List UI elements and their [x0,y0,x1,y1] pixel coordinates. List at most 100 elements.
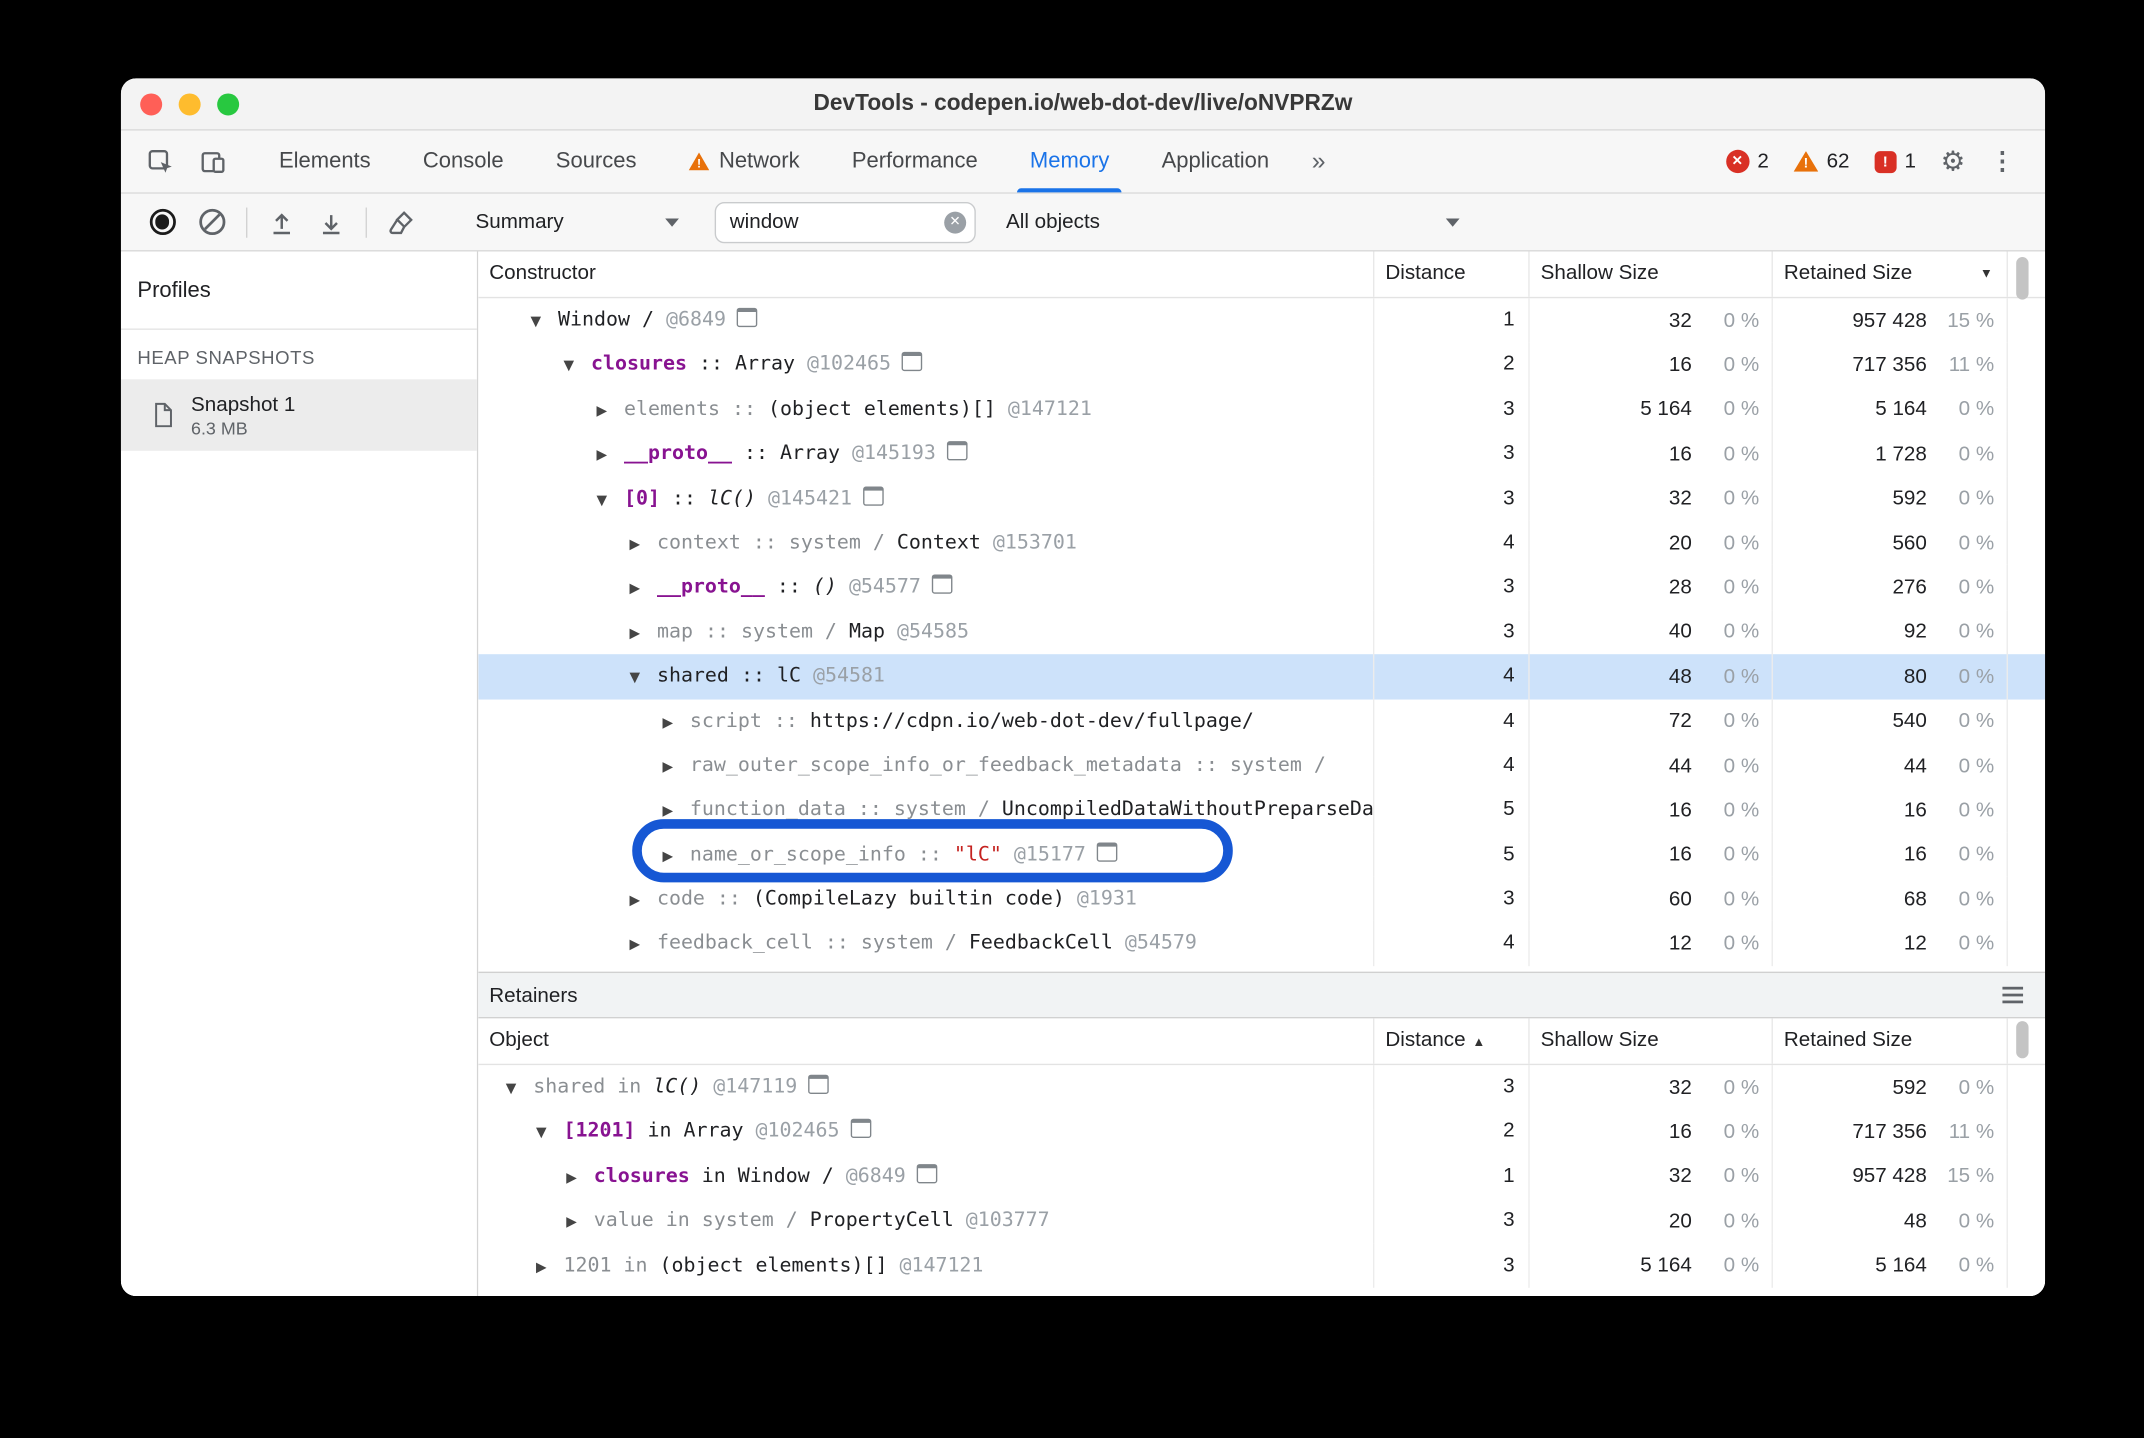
clear-profiles-button[interactable] [187,197,236,246]
column-header-distance[interactable]: Distance ▲ [1374,1018,1530,1064]
reveal-icon[interactable] [736,307,758,328]
kebab-menu-icon[interactable]: ⋮ [1990,147,2015,176]
minimize-window-button[interactable] [178,92,201,115]
expand-arrow-icon[interactable]: ▶ [629,880,656,922]
tab-network[interactable]: ! Network [663,131,826,193]
table-row[interactable]: ▼ shared in lC() @147119 3 32 0 % 592 0 % [478,1065,2045,1110]
collapse-arrow-icon[interactable]: ▼ [536,1112,563,1154]
zoom-window-button[interactable] [217,92,240,115]
shallow-size-cell: 44 0 % [1530,743,1773,788]
size-percent: 11 % [1948,1120,1995,1144]
error-badge[interactable]: ✕ 2 [1725,149,1769,174]
table-row[interactable]: ▼ [1201] in Array @102465 2 16 0 % 717 356 11 … [478,1109,2045,1155]
expand-arrow-icon[interactable]: ▶ [662,746,689,788]
collapse-arrow-icon[interactable]: ▼ [531,301,558,343]
retained-size-cell: 957 428 15 % [1773,298,2008,343]
collapse-arrow-icon[interactable]: ▼ [629,657,656,699]
desktop-background: DevTools - codepen.io/web-dot-dev/live/o… [0,0,2144,1438]
expand-arrow-icon[interactable]: ▶ [629,568,656,610]
node-label-segment: @54577 [836,576,921,599]
expand-arrow-icon[interactable]: ▶ [629,524,656,566]
tab-sources[interactable]: Sources [530,131,663,193]
scrollbar-thumb[interactable] [2016,257,2029,300]
object-scope-select[interactable]: All objects [1006,210,1460,234]
reveal-icon[interactable] [862,485,884,506]
size-percent: 0 % [1958,397,1995,422]
table-row[interactable]: ▼ [0] :: lC() @145421 3 32 0 % 592 0 % [478,476,2045,521]
menu-icon[interactable] [2002,983,2024,1008]
table-row[interactable]: ▶ closures in Window / @6849 1 32 0 % 957 428… [478,1154,2045,1199]
reveal-icon[interactable] [808,1074,829,1094]
inspect-element-icon[interactable] [135,131,187,193]
table-row[interactable]: ▶ raw_outer_scope_info_or_feedback_metada… [478,743,2045,788]
reveal-icon[interactable] [916,1163,938,1184]
reveal-icon[interactable] [1096,842,1118,862]
expand-arrow-icon[interactable]: ▶ [596,390,623,432]
collect-garbage-icon[interactable] [377,197,426,246]
table-row[interactable]: ▶ value in system / PropertyCell @103777 3… [478,1198,2045,1244]
expand-arrow-icon[interactable]: ▶ [662,702,689,744]
save-profile-button[interactable] [306,197,355,246]
table-row[interactable]: ▶ script :: https://cdpn.io/web-dot-dev/f… [478,698,2045,744]
reveal-icon[interactable] [931,574,953,595]
device-toolbar-icon[interactable] [187,131,239,193]
expand-arrow-icon[interactable]: ▶ [662,791,689,833]
settings-gear-icon[interactable]: ⚙ [1941,144,1966,178]
expand-arrow-icon[interactable]: ▶ [536,1246,563,1288]
table-row[interactable]: ▶ function_data :: system / UncompiledDat… [478,787,2045,833]
sort-asc-icon: ▲ [1472,1034,1486,1051]
node-label-segment: in [635,1120,684,1143]
scrollbar-thumb[interactable] [2016,1021,2029,1059]
table-row[interactable]: ▶ name_or_scope_info :: "lC" @15177 5 16 0 %… [478,832,2045,877]
tab-elements[interactable]: Elements [253,131,397,193]
size-value: 80 [1903,664,1927,689]
reveal-icon[interactable] [901,352,923,372]
load-profile-button[interactable] [257,197,306,246]
node-label-segment: Array [779,442,840,465]
close-window-button[interactable] [140,92,163,115]
class-filter-input[interactable] [714,201,976,243]
size-value: 16 [1668,842,1692,867]
expand-arrow-icon[interactable]: ▶ [566,1201,593,1243]
column-header-retained-size[interactable]: Retained Size ▼ [1773,251,2008,297]
tab-performance[interactable]: Performance [826,131,1004,193]
table-row[interactable]: ▼ closures :: Array @102465 2 16 0 % 717 356 1… [478,342,2045,388]
collapse-arrow-icon[interactable]: ▼ [563,346,590,388]
collapse-arrow-icon[interactable]: ▼ [506,1068,533,1110]
column-header-object[interactable]: Object [478,1018,1375,1064]
table-row[interactable]: ▶ context :: system / Context @153701 4 20 0… [478,520,2045,566]
table-row[interactable]: ▶ code :: (CompileLazy builtin code) @193… [478,876,2045,922]
clear-search-icon[interactable]: ✕ [944,210,967,233]
table-row[interactable]: ▶ feedback_cell :: system / FeedbackCell … [478,921,2045,966]
tab-console[interactable]: Console [397,131,530,193]
column-header-constructor[interactable]: Constructor [478,251,1375,297]
table-row[interactable]: ▶ __proto__ :: () @54577 3 28 0 % 276 0 % [478,565,2045,610]
size-percent: 0 % [1958,531,1995,555]
column-header-shallow-size[interactable]: Shallow Size [1530,1018,1773,1064]
table-row[interactable]: ▶ __proto__ :: Array @145193 3 16 0 % 1 728 0 … [478,431,2045,477]
column-header-shallow-size[interactable]: Shallow Size [1530,251,1773,297]
expand-arrow-icon[interactable]: ▶ [662,835,689,877]
reveal-icon[interactable] [946,441,968,461]
warning-badge[interactable]: ! 62 [1793,150,1850,173]
issues-badge[interactable]: ! 1 [1874,150,1916,173]
tab-application[interactable]: Application [1135,131,1295,193]
table-row[interactable]: ▼ shared :: lC @54581 4 48 0 % 80 0 % [478,654,2046,699]
record-heap-snapshot-button[interactable] [137,197,186,246]
tab-memory[interactable]: Memory [1004,131,1136,193]
expand-arrow-icon[interactable]: ▶ [629,613,656,655]
table-row[interactable]: ▶ 1201 in (object elements)[] @147121 3 5 1… [478,1243,2045,1288]
reveal-icon[interactable] [850,1119,872,1139]
collapse-arrow-icon[interactable]: ▼ [596,479,623,521]
profile-view-select[interactable]: Summary [476,210,679,234]
snapshot-item[interactable]: Snapshot 1 6.3 MB [120,379,477,451]
more-tabs-button[interactable]: » [1295,131,1342,193]
expand-arrow-icon[interactable]: ▶ [566,1157,593,1199]
expand-arrow-icon[interactable]: ▶ [596,435,623,477]
column-header-retained-size[interactable]: Retained Size [1773,1018,2008,1064]
expand-arrow-icon[interactable]: ▶ [629,924,656,966]
table-row[interactable]: ▶ elements :: (object elements)[] @147121… [478,387,2045,432]
table-row[interactable]: ▶ map :: system / Map @54585 3 40 0 % 92 0 % [478,609,2045,655]
column-header-distance[interactable]: Distance [1374,251,1530,297]
table-row[interactable]: ▼ Window / @6849 1 32 0 % 957 428 15 % [478,298,2045,343]
